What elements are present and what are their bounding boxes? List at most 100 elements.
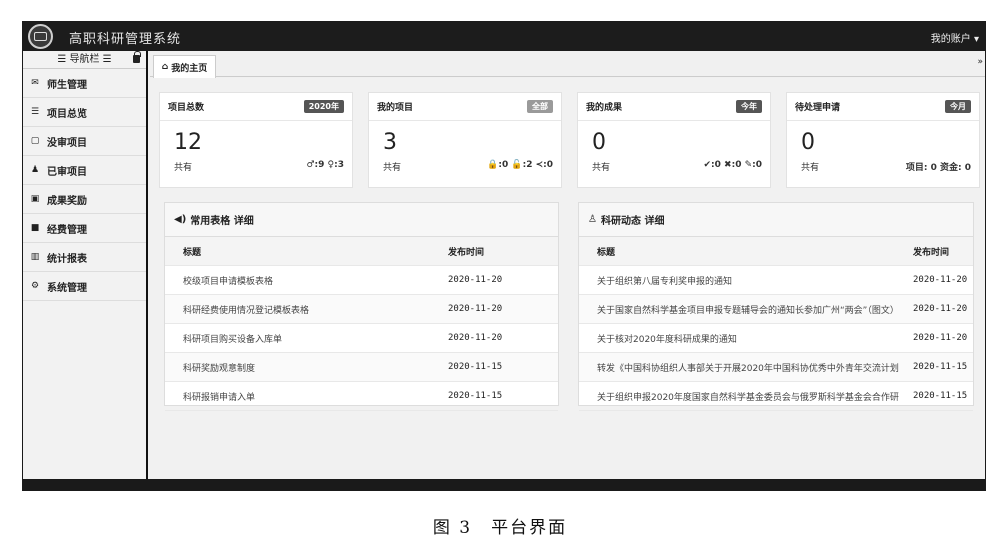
- app-title: 高职科研管理系统: [69, 32, 182, 47]
- file-icon: ▢: [30, 136, 40, 146]
- account-menu[interactable]: 我的账户 ▾: [931, 30, 979, 45]
- table-row[interactable]: 关于国家自然科学基金项目申报专题辅导会的通知长参加广州“两会”（图文） 2020-…: [579, 295, 973, 324]
- sidebar-item-teachers-students[interactable]: ✉ 师生管理: [23, 69, 146, 98]
- table-row[interactable]: 科研项目购买设备入库单 2020-11-20: [165, 324, 558, 353]
- news-panel-title[interactable]: 科研动态 详细: [601, 212, 664, 227]
- sidebar-item-achievement-awards[interactable]: ▣ 成果奖励: [23, 185, 146, 214]
- users-icon: ♟: [30, 165, 40, 175]
- row-date: 2020-11-20: [913, 304, 968, 314]
- top-bar: 高职科研管理系统 我的账户 ▾: [23, 22, 985, 51]
- row-title[interactable]: 科研奖励观意制度: [165, 361, 448, 374]
- tab-label: 我的主页: [171, 63, 208, 74]
- card-stats: ✔:0 ✖:0 ✎:0: [703, 160, 762, 170]
- card-sub: 共有: [592, 163, 611, 173]
- sidebar-item-label: 没审项目: [47, 137, 87, 149]
- sidebar-item-label: 经费管理: [47, 224, 87, 236]
- card-title: 我的项目: [377, 103, 414, 113]
- table-row[interactable]: 关于核对2020年度科研成果的通知 2020-11-20: [579, 324, 973, 353]
- card-badge: 今年: [736, 100, 762, 113]
- square-icon: ■: [30, 223, 40, 233]
- forms-panel: ◀) 常用表格 详细 标题 发布时间 校级项目申请模板表格 2020-11-20 科研…: [164, 202, 559, 411]
- sidebar-item-label: 成果奖励: [47, 195, 87, 207]
- col-date: 发布时间: [448, 247, 485, 258]
- card-title: 我的成果: [586, 103, 623, 113]
- row-date: 2020-11-15: [913, 391, 968, 401]
- card-my-projects: 我的项目 全部 3 共有 🔒:0 🔓:2 ≺:0: [368, 92, 562, 188]
- card-stats: ♂:9 ♀:3: [306, 160, 344, 170]
- sidebar-item-project-overview[interactable]: ☰ 项目总览: [23, 98, 146, 127]
- lock-icon[interactable]: [133, 51, 141, 63]
- nav-header-label: ☰ 导航栏 ☰: [57, 54, 112, 65]
- tab-bar: ⌂ 我的主页 »: [150, 51, 985, 78]
- row-date: 2020-11-20: [448, 275, 503, 285]
- row-date: 2020-11-15: [913, 362, 968, 372]
- row-date: 2020-11-20: [448, 304, 503, 314]
- row-title[interactable]: 关于组织第八届专利奖申报的通知: [579, 274, 913, 287]
- gears-icon: ⚙: [30, 281, 40, 291]
- forms-panel-title[interactable]: 常用表格 详细: [190, 212, 253, 227]
- sidebar-item-funding[interactable]: ■ 经费管理: [23, 214, 146, 243]
- volume-icon: ◀): [174, 214, 187, 225]
- card-value: 0: [592, 130, 606, 155]
- col-date: 发布时间: [913, 247, 950, 258]
- table-header: 标题 发布时间: [579, 237, 973, 266]
- sidebar-item-label: 统计报表: [47, 253, 87, 265]
- row-title[interactable]: 校级项目申请模板表格: [165, 274, 448, 287]
- sidebar-item-label: 系统管理: [47, 282, 87, 294]
- card-value: 12: [174, 130, 202, 155]
- table-row[interactable]: 转发《中国科协组织人事部关于开展2020年中国科协优秀中外青年交流计划 2020-…: [579, 353, 973, 382]
- table-row[interactable]: 科研经费使用情况登记模板表格 2020-11-20: [165, 295, 558, 324]
- row-title[interactable]: 关于核对2020年度科研成果的通知: [579, 332, 913, 345]
- row-title[interactable]: 科研报销申请入单: [165, 390, 448, 403]
- sidebar-item-reviewed-projects[interactable]: ♟ 已审项目: [23, 156, 146, 185]
- table-row[interactable]: 科研报销申请入单 2020-11-15: [165, 382, 558, 411]
- tab-home[interactable]: ⌂ 我的主页: [153, 55, 216, 78]
- sidebar: ☰ 导航栏 ☰ ✉ 师生管理 ☰ 项目总览 ▢ 没审项目 ♟ 已审项目 ▣ 成果奖励 ■ 经…: [23, 51, 148, 479]
- card-stats: 🔒:0 🔓:2 ≺:0: [487, 160, 553, 170]
- table-header: 标题 发布时间: [165, 237, 558, 266]
- sidebar-item-label: 已审项目: [47, 166, 87, 178]
- card-icon: ▣: [30, 194, 40, 204]
- app-window: 高职科研管理系统 我的账户 ▾ ☰ 导航栏 ☰ ✉ 师生管理 ☰ 项目总览 ▢ 没审项…: [22, 21, 986, 491]
- card-title: 项目总数: [168, 103, 205, 113]
- row-date: 2020-11-15: [448, 362, 503, 372]
- sidebar-item-system[interactable]: ⚙ 系统管理: [23, 272, 146, 301]
- card-value: 0: [801, 130, 815, 155]
- list-icon: ☰: [30, 107, 40, 117]
- table-row[interactable]: 关于组织申报2020年度国家自然科学基金委员会与俄罗斯科学基金会合作研 2020-…: [579, 382, 973, 411]
- bar-chart-icon: ▥: [30, 252, 40, 262]
- row-date: 2020-11-20: [448, 333, 503, 343]
- card-sub: 共有: [174, 163, 193, 173]
- nav-header: ☰ 导航栏 ☰: [23, 51, 146, 69]
- card-stats: 项目: 0 资金: 0: [905, 163, 971, 173]
- home-icon: ⌂: [161, 62, 169, 72]
- main-content: 项目总数 2020年 12 共有 ♂:9 ♀:3 我的项目 全部 3 共有 🔒:0 …: [150, 78, 985, 479]
- card-my-achievements: 我的成果 今年 0 共有 ✔:0 ✖:0 ✎:0: [577, 92, 771, 188]
- card-badge: 今月: [945, 100, 971, 113]
- tab-scroll-right-button[interactable]: »: [977, 57, 983, 67]
- bottom-bar: [23, 479, 985, 490]
- row-date: 2020-11-15: [448, 391, 503, 401]
- table-row[interactable]: 关于组织第八届专利奖申报的通知 2020-11-20: [579, 266, 973, 295]
- row-title[interactable]: 转发《中国科协组织人事部关于开展2020年中国科协优秀中外青年交流计划: [579, 361, 913, 374]
- row-date: 2020-11-20: [913, 333, 968, 343]
- row-title[interactable]: 关于组织申报2020年度国家自然科学基金委员会与俄罗斯科学基金会合作研: [579, 390, 913, 403]
- row-title[interactable]: 科研经费使用情况登记模板表格: [165, 303, 448, 316]
- card-pending-requests: 待处理申请 今月 0 共有 项目: 0 资金: 0: [786, 92, 980, 188]
- sidebar-item-statistics[interactable]: ▥ 统计报表: [23, 243, 146, 272]
- card-title: 待处理申请: [795, 103, 841, 113]
- figure-caption: 图 3 平台界面: [432, 518, 568, 538]
- user-icon: ♙: [588, 214, 597, 225]
- sidebar-item-unreviewed-projects[interactable]: ▢ 没审项目: [23, 127, 146, 156]
- sidebar-item-label: 项目总览: [47, 108, 87, 120]
- card-project-total: 项目总数 2020年 12 共有 ♂:9 ♀:3: [159, 92, 353, 188]
- table-row[interactable]: 校级项目申请模板表格 2020-11-20: [165, 266, 558, 295]
- card-sub: 共有: [383, 163, 402, 173]
- news-panel: ♙ 科研动态 详细 标题 发布时间 关于组织第八届专利奖申报的通知 2020-11-2…: [578, 202, 974, 411]
- row-title[interactable]: 关于国家自然科学基金项目申报专题辅导会的通知长参加广州“两会”（图文）: [579, 303, 913, 316]
- col-title: 标题: [597, 247, 616, 258]
- table-row[interactable]: 科研奖励观意制度 2020-11-15: [165, 353, 558, 382]
- mail-icon: ✉: [31, 78, 39, 88]
- row-date: 2020-11-20: [913, 275, 968, 285]
- row-title[interactable]: 科研项目购买设备入库单: [165, 332, 448, 345]
